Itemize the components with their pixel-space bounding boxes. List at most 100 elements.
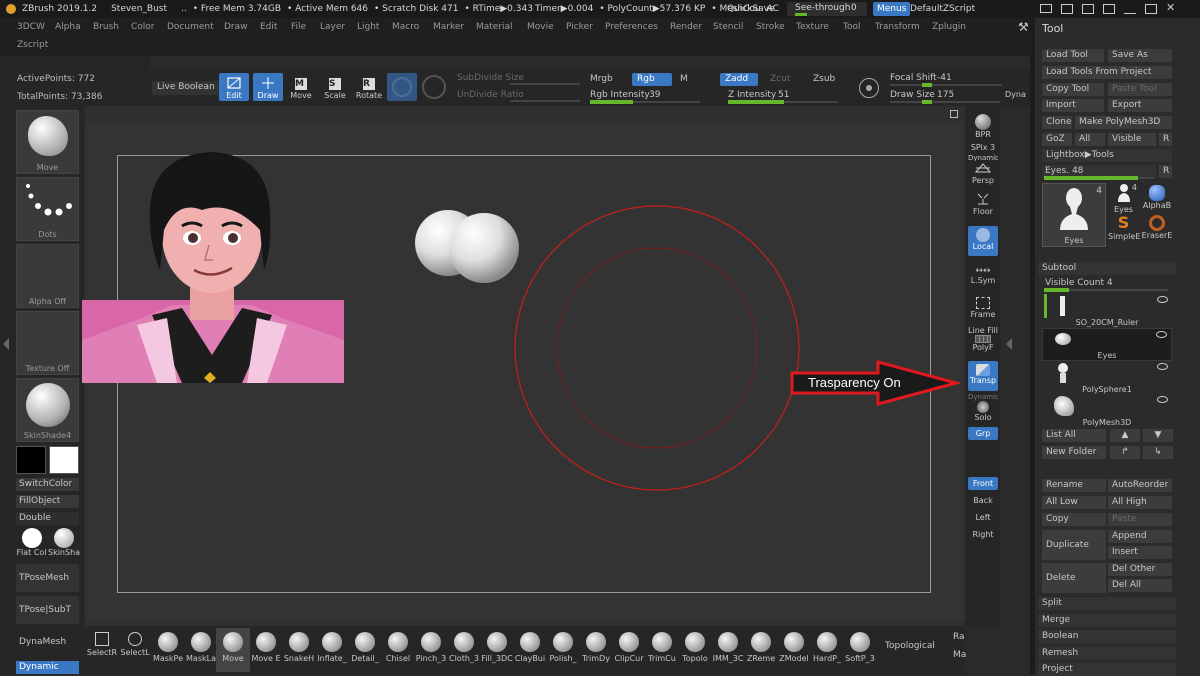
visible-count-slider[interactable]: Visible Count 4 — [1042, 277, 1172, 292]
visibility-eye-icon[interactable] — [1157, 396, 1168, 403]
texture-thumbnail[interactable]: Texture Off — [16, 311, 79, 375]
delete-button[interactable]: Delete — [1042, 563, 1106, 593]
brush-chisel[interactable]: Chisel — [381, 628, 415, 672]
default-zscript-button[interactable]: DefaultZScript — [910, 4, 975, 14]
dynamic-button[interactable]: Dynamic — [16, 661, 79, 674]
frame-button[interactable]: Frame — [968, 296, 998, 322]
all-high-button[interactable]: All High — [1108, 496, 1172, 509]
tpose-subt-button[interactable]: TPose|SubT — [16, 596, 79, 624]
bpr-button[interactable]: BPR — [968, 114, 998, 140]
layout-icon[interactable] — [1103, 4, 1115, 14]
undivide-ratio-slider[interactable] — [510, 100, 580, 102]
split-section[interactable]: Split — [1038, 597, 1176, 610]
all-low-button[interactable]: All Low — [1042, 496, 1106, 509]
new-folder-button[interactable]: New Folder — [1042, 446, 1106, 459]
import-button[interactable]: Import — [1042, 99, 1104, 112]
edit-button[interactable]: Edit — [219, 73, 249, 101]
visibility-eye-icon[interactable] — [1157, 296, 1168, 303]
zsub-button[interactable]: Zsub — [813, 74, 835, 84]
ra-label[interactable]: Ra — [953, 632, 965, 642]
menu-layer[interactable]: Layer — [320, 22, 345, 32]
secondary-color-swatch[interactable] — [16, 446, 46, 474]
zadd-button[interactable]: Zadd — [720, 73, 758, 86]
goz-all-button[interactable]: All — [1075, 133, 1105, 146]
move-up-button[interactable]: ▲ — [1110, 429, 1140, 442]
visibility-eye-icon[interactable] — [1157, 363, 1168, 370]
m-button[interactable]: M — [680, 74, 688, 84]
menu-zscript[interactable]: Zscript — [17, 40, 48, 50]
pin-icon[interactable] — [1082, 4, 1094, 14]
solo-gizmo-icon[interactable] — [422, 75, 446, 99]
brush-clipcur[interactable]: ClipCur — [612, 628, 646, 672]
rgb-button[interactable]: Rgb — [632, 73, 672, 86]
mrgb-button[interactable]: Mrgb — [590, 74, 613, 84]
brush-polish[interactable]: Polish_ — [546, 628, 580, 672]
goz-button[interactable]: GoZ — [1042, 133, 1072, 146]
floor-button[interactable]: Floor — [968, 191, 998, 219]
brush-topolo[interactable]: Topolo — [678, 628, 712, 672]
load-tools-from-project-button[interactable]: Load Tools From Project — [1042, 66, 1172, 79]
local-button[interactable]: Local — [968, 226, 998, 256]
subdivide-size-slider[interactable] — [510, 83, 580, 85]
menu-brush[interactable]: Brush — [93, 22, 119, 32]
tool-thumb-eyes[interactable]: 4 Eyes — [1108, 183, 1139, 214]
eyes-subtool-spheres[interactable] — [410, 205, 525, 285]
tpose-mesh-button[interactable]: TPoseMesh — [16, 564, 79, 592]
menu-3dcw[interactable]: 3DCW — [17, 22, 45, 32]
undivide-ratio-label[interactable]: UnDivide Ratio — [457, 90, 524, 100]
brush-zmodel[interactable]: ZModel — [777, 628, 811, 672]
brush-fill[interactable]: Fill_3DC — [480, 628, 514, 672]
brush-move-e[interactable]: Move E — [249, 628, 283, 672]
paste-tool-button[interactable]: Paste Tool — [1108, 83, 1172, 96]
export-button[interactable]: Export — [1108, 99, 1172, 112]
menu-render[interactable]: Render — [670, 22, 702, 32]
left-view-button[interactable]: Left — [968, 511, 998, 524]
move-folder-up-button[interactable]: ↱ — [1110, 446, 1140, 459]
subtool-header[interactable]: Subtool — [1038, 262, 1176, 275]
menu-file[interactable]: File — [291, 22, 306, 32]
brush-claybuild[interactable]: ClayBui — [513, 628, 547, 672]
eyes-slider[interactable]: Eyes. 48 — [1042, 165, 1156, 180]
menu-marker[interactable]: Marker — [433, 22, 464, 32]
clone-button[interactable]: Clone — [1042, 116, 1072, 129]
menu-stencil[interactable]: Stencil — [713, 22, 743, 32]
brush-cloth[interactable]: Cloth_3 — [447, 628, 481, 672]
minimize-icon[interactable] — [1124, 4, 1136, 14]
subtool-item-polymesh3d[interactable]: PolyMesh3D — [1042, 394, 1172, 427]
persp-button[interactable]: Persp — [968, 162, 998, 186]
load-tool-button[interactable]: Load Tool — [1042, 49, 1104, 62]
list-all-button[interactable]: List All — [1042, 429, 1106, 442]
menu-stroke[interactable]: Stroke — [756, 22, 785, 32]
del-other-button[interactable]: Del Other — [1108, 563, 1172, 576]
tool-palette-title[interactable]: Tool — [1042, 22, 1063, 35]
goz-r-button[interactable]: R — [1159, 133, 1172, 146]
spix-slider[interactable]: SPix 3 — [968, 143, 998, 152]
menu-macro[interactable]: Macro — [392, 22, 419, 32]
menu-draw[interactable]: Draw — [224, 22, 248, 32]
tool-thumb-alphab[interactable]: AlphaB — [1140, 183, 1174, 213]
tool-thumb-erasere[interactable]: EraserE — [1140, 214, 1174, 246]
quicksave-button[interactable]: QuickSave — [727, 4, 775, 14]
solo-button[interactable]: Dynamic Solo — [968, 393, 999, 423]
paste-subtool-button[interactable]: Paste — [1108, 513, 1172, 526]
visibility-eye-icon[interactable] — [1156, 331, 1167, 338]
brush-trimdy[interactable]: TrimDy — [579, 628, 613, 672]
menu-color[interactable]: Color — [131, 22, 155, 32]
brush-selectr[interactable]: SelectR — [85, 628, 119, 672]
material-thumbnail[interactable]: SkinShade4 — [16, 378, 79, 442]
menu-edit[interactable]: Edit — [260, 22, 277, 32]
brush-pinch[interactable]: Pinch_3 — [414, 628, 448, 672]
menu-preferences[interactable]: Preferences — [605, 22, 658, 32]
scale-button[interactable]: S Scale — [320, 73, 350, 101]
project-section[interactable]: Project — [1038, 663, 1176, 676]
brush-hardp[interactable]: HardP_ — [810, 628, 844, 672]
move-button[interactable]: M Move — [286, 73, 316, 101]
eyes-r-button[interactable]: R — [1159, 165, 1172, 178]
split-icon[interactable] — [1061, 4, 1073, 14]
make-polymesh3d-button[interactable]: Make PolyMesh3D — [1075, 116, 1172, 129]
subdivide-size-label[interactable]: SubDivide Size — [457, 73, 524, 83]
menu-material[interactable]: Material — [476, 22, 513, 32]
menu-transform[interactable]: Transform — [875, 22, 920, 32]
brush-selectl[interactable]: SelectL — [118, 628, 152, 672]
brush-thumbnail[interactable]: Move — [16, 110, 79, 174]
